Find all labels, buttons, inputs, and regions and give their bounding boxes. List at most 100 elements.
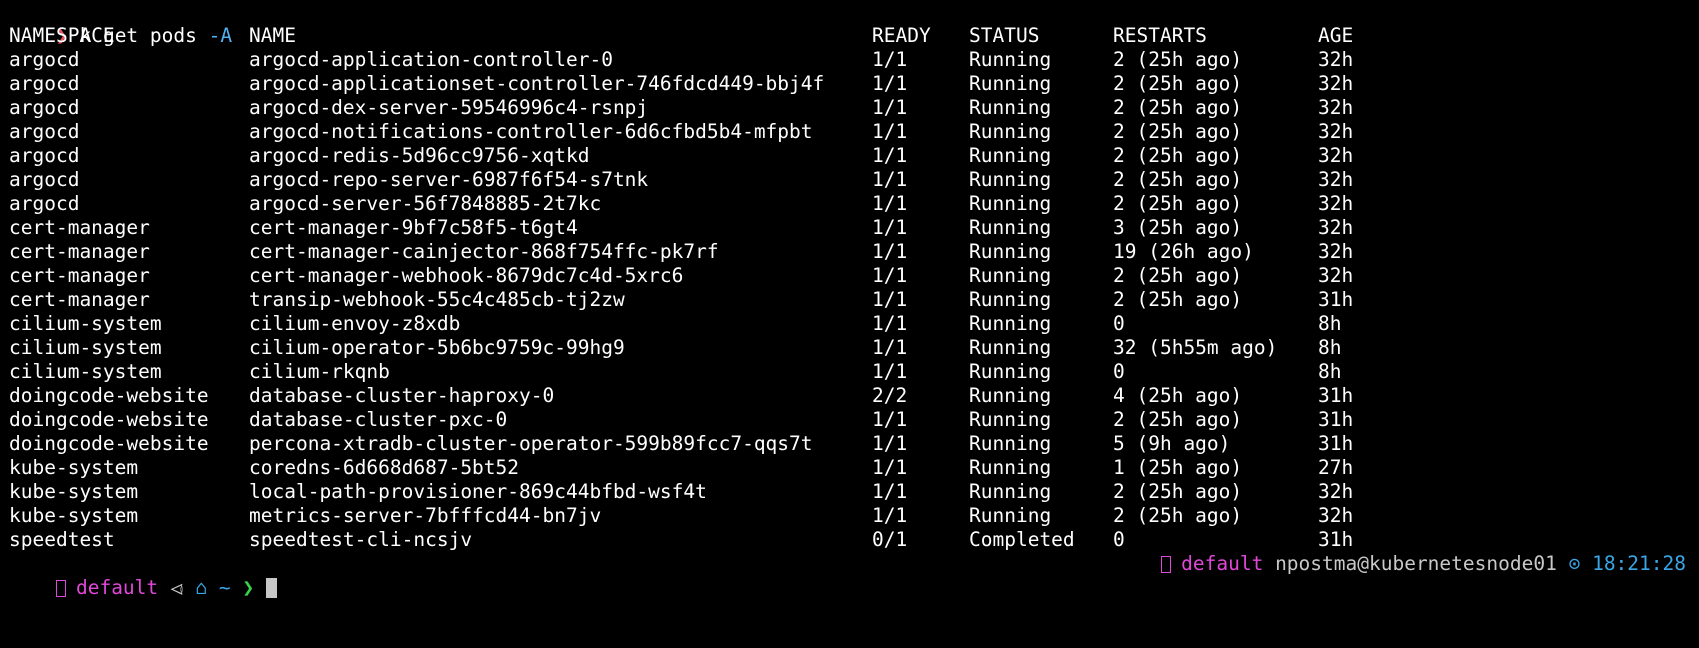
- cell-restarts: 2 (25h ago): [1113, 192, 1243, 215]
- cell-ready: 1/1: [872, 288, 908, 311]
- cell-name: cert-manager-9bf7c58f5-t6gt4: [249, 216, 578, 239]
- cell-namespace: kube-system: [9, 504, 139, 527]
- cell-namespace: cert-manager: [9, 240, 150, 263]
- cell-namespace: cilium-system: [9, 360, 162, 383]
- kube-context-icon: [55, 580, 66, 597]
- table-row: cert-manager cert-manager-webhook-8679dc7…: [9, 264, 1699, 288]
- prompt-chevron: ❯: [242, 576, 255, 599]
- cell-status: Running: [969, 120, 1052, 143]
- cell-namespace: cilium-system: [9, 336, 162, 359]
- clock-icon: ⊙: [1568, 552, 1581, 575]
- cell-status: Running: [969, 456, 1052, 479]
- table-row: argocd argocd-dex-server-59546996c4-rsnpj…: [9, 96, 1699, 120]
- cell-ready: 1/1: [872, 96, 908, 119]
- table-row: argocd argocd-applicationset-controller-7…: [9, 72, 1699, 96]
- cell-namespace: kube-system: [9, 456, 139, 479]
- table-row: argocd argocd-application-controller-0 1/1…: [9, 48, 1699, 72]
- cell-namespace: argocd: [9, 144, 80, 167]
- cell-ready: 1/1: [872, 216, 908, 239]
- cell-ready: 1/1: [872, 312, 908, 335]
- cell-namespace: doingcode-website: [9, 432, 209, 455]
- cell-status: Running: [969, 216, 1052, 239]
- cell-ready: 1/1: [872, 336, 908, 359]
- cell-name: argocd-notifications-controller-6d6cfbd5…: [249, 120, 813, 143]
- cell-age: 31h: [1318, 288, 1354, 311]
- cell-status: Running: [969, 312, 1052, 335]
- cell-age: 32h: [1318, 48, 1354, 71]
- cell-status: Running: [969, 336, 1052, 359]
- cell-ready: 1/1: [872, 504, 908, 527]
- cell-name: database-cluster-pxc-0: [249, 408, 508, 431]
- cell-restarts: 2 (25h ago): [1113, 96, 1243, 119]
- text-cursor[interactable]: [265, 578, 277, 598]
- cell-restarts: 2 (25h ago): [1113, 144, 1243, 167]
- cell-status: Completed: [969, 528, 1075, 551]
- cell-age: 32h: [1318, 504, 1354, 527]
- cell-age: 27h: [1318, 456, 1354, 479]
- cell-ready: 1/1: [872, 192, 908, 215]
- cell-namespace: argocd: [9, 120, 80, 143]
- cell-restarts: 2 (25h ago): [1113, 264, 1243, 287]
- cell-name: percona-xtradb-cluster-operator-599b89fc…: [249, 432, 813, 455]
- cell-name: cilium-envoy-z8xdb: [249, 312, 461, 335]
- cell-age: 31h: [1318, 528, 1354, 551]
- cell-namespace: cert-manager: [9, 264, 150, 287]
- cell-status: Running: [969, 288, 1052, 311]
- cell-name: local-path-provisioner-869c44bfbd-wsf4t: [249, 480, 707, 503]
- right-context-icon: [1161, 556, 1172, 573]
- cell-age: 32h: [1318, 144, 1354, 167]
- user-host: npostma@kubernetesnode01: [1275, 552, 1557, 575]
- cell-ready: 1/1: [872, 360, 908, 383]
- cell-age: 32h: [1318, 168, 1354, 191]
- terminal[interactable]: ❯ k get pods -A NAMESPACE NAME READY STA…: [9, 0, 1699, 599]
- cell-status: Running: [969, 384, 1052, 407]
- cell-name: argocd-dex-server-59546996c4-rsnpj: [249, 96, 649, 119]
- tag-icon: ⏿: [169, 576, 184, 599]
- table-row: argocd argocd-repo-server-6987f6f54-s7tnk…: [9, 168, 1699, 192]
- cell-ready: 1/1: [872, 48, 908, 71]
- table-row: cert-manager cert-manager-cainjector-868f…: [9, 240, 1699, 264]
- kube-context: default: [75, 576, 159, 599]
- table-row: doingcode-website percona-xtradb-cluster-…: [9, 432, 1699, 456]
- cell-age: 31h: [1318, 384, 1354, 407]
- header-namespace: NAMESPACE: [9, 24, 115, 47]
- cell-ready: 1/1: [872, 456, 908, 479]
- cell-namespace: argocd: [9, 48, 80, 71]
- cell-age: 32h: [1318, 96, 1354, 119]
- cell-status: Running: [969, 72, 1052, 95]
- cell-status: Running: [969, 408, 1052, 431]
- current-dir: ~: [218, 576, 231, 599]
- cell-status: Running: [969, 96, 1052, 119]
- cell-restarts: 1 (25h ago): [1113, 456, 1243, 479]
- table-row: argocd argocd-redis-5d96cc9756-xqtkd 1/1 Ru…: [9, 144, 1699, 168]
- cell-name: cert-manager-cainjector-868f754ffc-pk7rf: [249, 240, 719, 263]
- cell-name: metrics-server-7bfffcd44-bn7jv: [249, 504, 602, 527]
- right-kube-context: default: [1181, 552, 1264, 575]
- cell-name: cilium-rkqnb: [249, 360, 390, 383]
- cell-status: Running: [969, 144, 1052, 167]
- cell-age: 8h: [1318, 336, 1342, 359]
- cell-restarts: 2 (25h ago): [1113, 504, 1243, 527]
- cell-ready: 1/1: [872, 168, 908, 191]
- table-row: cilium-system cilium-operator-5b6bc9759c-…: [9, 336, 1699, 360]
- table-row: cert-manager transip-webhook-55c4c485cb-t…: [9, 288, 1699, 312]
- cell-age: 32h: [1318, 72, 1354, 95]
- cell-name: argocd-redis-5d96cc9756-xqtkd: [249, 144, 590, 167]
- cell-restarts: 4 (25h ago): [1113, 384, 1243, 407]
- cell-restarts: 2 (25h ago): [1113, 120, 1243, 143]
- cell-namespace: argocd: [9, 192, 80, 215]
- header-status: STATUS: [969, 24, 1040, 47]
- shell-prompt-line[interactable]: default ⏿ ⌂ ~ ❯ default npostma@kubernet…: [9, 552, 1699, 599]
- cell-name: transip-webhook-55c4c485cb-tj2zw: [249, 288, 625, 311]
- cell-status: Running: [969, 432, 1052, 455]
- cell-restarts: 2 (25h ago): [1113, 480, 1243, 503]
- cell-name: argocd-applicationset-controller-746fdcd…: [249, 72, 825, 95]
- table-row: speedtest speedtest-cli-ncsjv 0/1 Completed…: [9, 528, 1699, 552]
- table-row: kube-system coredns-6d668d687-5bt52 1/1 Run…: [9, 456, 1699, 480]
- cell-age: 32h: [1318, 192, 1354, 215]
- cell-name: argocd-repo-server-6987f6f54-s7tnk: [249, 168, 649, 191]
- cell-status: Running: [969, 168, 1052, 191]
- cell-ready: 1/1: [872, 144, 908, 167]
- table-row: cert-manager cert-manager-9bf7c58f5-t6gt4…: [9, 216, 1699, 240]
- cell-restarts: 0: [1113, 528, 1125, 551]
